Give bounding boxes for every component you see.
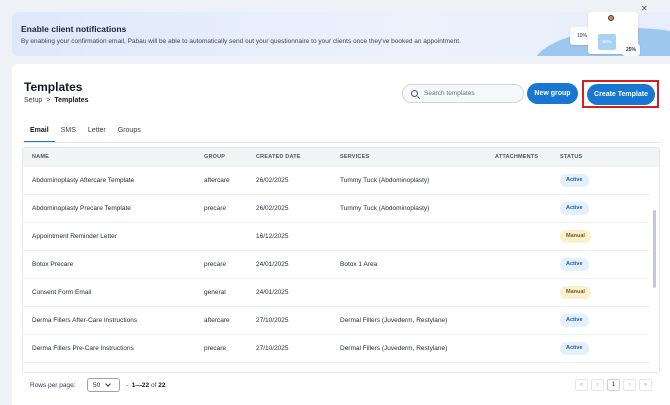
banner-text: By enabling your confirmation email, Pab… bbox=[21, 38, 461, 45]
cell-created-date: 27/10/2025 bbox=[256, 345, 289, 352]
cell-services: Botox 1 Area bbox=[340, 261, 378, 268]
table-row[interactable]: Abdominoplasty Precare Template precare 26… bbox=[23, 195, 649, 223]
pagination-range: - 1—22 of 22 bbox=[126, 382, 166, 389]
table-scrollbar[interactable] bbox=[652, 148, 657, 372]
close-icon[interactable]: ✕ bbox=[641, 4, 648, 13]
breadcrumb: Setup > Templates bbox=[24, 97, 89, 104]
status-badge: Active bbox=[560, 258, 589, 271]
column-header-attachments[interactable]: ATTACHMENTS bbox=[495, 154, 538, 160]
cell-created-date: 27/10/2025 bbox=[256, 317, 289, 324]
cell-name: Derma Fillers Pre-Care Instructions bbox=[32, 345, 134, 352]
cell-group: general bbox=[204, 289, 226, 296]
search-input[interactable] bbox=[424, 90, 514, 97]
page-button-1[interactable]: 1 bbox=[607, 379, 620, 391]
status-badge: Active bbox=[560, 174, 589, 187]
tab-email[interactable]: Email bbox=[24, 125, 55, 143]
column-header-group[interactable]: GROUP bbox=[204, 154, 225, 160]
status-badge: Manual bbox=[560, 230, 591, 243]
breadcrumb-separator-icon: > bbox=[46, 97, 51, 104]
cell-group: precare bbox=[204, 261, 227, 268]
cell-services: Tummy Tuck (Abdominoplasty) bbox=[340, 205, 430, 212]
table-row[interactable]: Appointment Reminder Letter 16/12/2025 Man… bbox=[23, 223, 649, 251]
notification-banner: Enable client notifications By enabling … bbox=[12, 12, 670, 56]
table-row[interactable]: Abdominoplasty Aftercare Template afterca… bbox=[23, 167, 649, 195]
page-title: Templates bbox=[24, 80, 83, 94]
cell-group: precare bbox=[204, 345, 227, 352]
cell-name: Abdominoplasty Precare Template bbox=[32, 205, 131, 212]
previous-page-icon[interactable]: ‹ bbox=[591, 379, 604, 391]
tabs-divider bbox=[22, 142, 662, 143]
first-page-icon[interactable]: « bbox=[575, 379, 588, 391]
search-icon bbox=[411, 90, 418, 97]
pagination: « ‹ 1 › » bbox=[575, 379, 652, 391]
search-box[interactable] bbox=[402, 84, 524, 103]
cell-name: Botox Precare bbox=[32, 261, 74, 268]
cell-created-date: 26/02/2025 bbox=[256, 177, 289, 184]
range-value: 1—22 bbox=[131, 382, 150, 389]
table-row[interactable]: Derma Fillers Pre-Care Instructions preca… bbox=[23, 335, 649, 363]
template-tabs: Email SMS Letter Groups bbox=[24, 125, 147, 143]
rows-per-page-value: 50 bbox=[93, 381, 101, 389]
new-group-button[interactable]: New group bbox=[527, 83, 578, 104]
range-total: 22 bbox=[158, 382, 166, 389]
tab-groups[interactable]: Groups bbox=[112, 125, 147, 143]
status-badge: Active bbox=[560, 342, 589, 355]
cell-services: Dermal Fillers (Juvederm, Restylane) bbox=[340, 345, 448, 352]
tab-sms[interactable]: SMS bbox=[55, 125, 82, 143]
stat-card-3: 25% bbox=[622, 44, 640, 56]
cell-group: precare bbox=[204, 205, 227, 212]
cell-name: Appointment Reminder Letter bbox=[32, 233, 117, 240]
status-badge: Active bbox=[560, 314, 589, 327]
cell-created-date: 26/02/2025 bbox=[256, 205, 289, 212]
table-header: NAME GROUP CREATED DATE SERVICES ATTACHM… bbox=[23, 148, 659, 167]
cell-name: Consent Form Email bbox=[32, 289, 92, 296]
templates-panel: Templates Setup > Templates New group Cr… bbox=[12, 64, 670, 405]
cell-name: Abdominoplasty Aftercare Template bbox=[32, 177, 135, 184]
tab-letter[interactable]: Letter bbox=[82, 125, 112, 143]
column-header-created-date[interactable]: CREATED DATE bbox=[256, 154, 301, 160]
templates-table: NAME GROUP CREATED DATE SERVICES ATTACHM… bbox=[22, 147, 660, 373]
cell-created-date: 24/01/2025 bbox=[256, 261, 289, 268]
create-template-button[interactable]: Create Template bbox=[587, 84, 655, 105]
table-footer: Rows per page: 50 - 1—22 of 22 « ‹ 1 › » bbox=[22, 376, 660, 398]
table-row[interactable]: Consent Form Email general 24/01/2025 Manua… bbox=[23, 279, 649, 307]
column-header-name[interactable]: NAME bbox=[32, 154, 49, 160]
breadcrumb-setup[interactable]: Setup bbox=[24, 97, 42, 104]
cell-services: Tummy Tuck (Abdominoplasty) bbox=[340, 177, 430, 184]
cell-group: aftercare bbox=[204, 177, 230, 184]
banner-title: Enable client notifications bbox=[21, 24, 127, 34]
breadcrumb-current: Templates bbox=[54, 97, 89, 104]
avatar bbox=[608, 15, 614, 21]
cell-name: Derma Fillers After-Care Instructions bbox=[32, 317, 138, 324]
chevron-down-icon bbox=[105, 381, 112, 387]
column-header-status[interactable]: STATUS bbox=[560, 154, 582, 160]
scrollbar-thumb[interactable] bbox=[653, 210, 656, 288]
cell-services: Dermal Fillers (Juvederm, Restylane) bbox=[340, 317, 448, 324]
banner-illustration: 10% 50% 25% bbox=[514, 12, 670, 56]
table-row[interactable]: Derma Fillers After-Care Instructions aft… bbox=[23, 307, 649, 335]
stat-tile: 50% bbox=[598, 34, 616, 50]
cell-created-date: 24/01/2025 bbox=[256, 289, 289, 296]
next-page-icon[interactable]: › bbox=[623, 379, 636, 391]
status-badge: Manual bbox=[560, 286, 591, 299]
table-row[interactable]: Botox Precare precare 24/01/2025 Botox 1 Ar… bbox=[23, 251, 649, 279]
column-header-services[interactable]: SERVICES bbox=[340, 154, 369, 160]
cell-group: aftercare bbox=[204, 317, 230, 324]
rows-per-page-label: Rows per page: bbox=[30, 382, 76, 389]
cell-created-date: 16/12/2025 bbox=[256, 233, 289, 240]
status-badge: Active bbox=[560, 202, 589, 215]
last-page-icon[interactable]: » bbox=[639, 379, 652, 391]
rows-per-page-select[interactable]: 50 bbox=[87, 378, 120, 392]
